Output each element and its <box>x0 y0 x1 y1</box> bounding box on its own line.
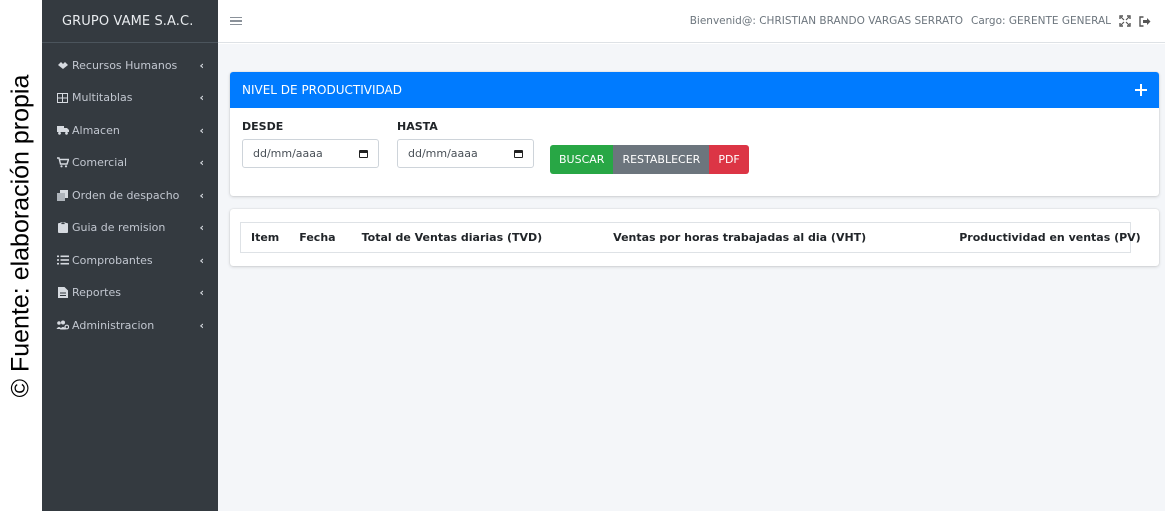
column-header-item: Item <box>251 231 280 244</box>
pdf-button[interactable]: PDF <box>709 145 749 174</box>
action-buttons: BUSCAR RESTABLECER PDF <box>550 145 749 174</box>
column-header-fecha: Fecha <box>299 231 336 244</box>
results-table: Item Fecha Total de Ventas diarias (TVD)… <box>240 222 1141 253</box>
expand-icon[interactable] <box>1119 15 1131 27</box>
cart-icon <box>56 157 69 169</box>
chevron-left-icon: ‹ <box>199 188 204 202</box>
filter-form: DESDE dd/mm/aaaa HASTA dd/mm/aaaa BUSCAR <box>230 108 1159 196</box>
desde-label: DESDE <box>242 120 284 133</box>
card-title: NIVEL DE PRODUCTIVIDAD <box>242 83 402 97</box>
sidebar-item-comercial[interactable]: Comercial ‹ <box>42 147 218 180</box>
calendar-icon[interactable] <box>514 149 523 158</box>
restablecer-button[interactable]: RESTABLECER <box>613 145 710 174</box>
sidebar-item-reportes[interactable]: Reportes ‹ <box>42 277 218 310</box>
sidebar-item-label: Comercial <box>72 156 128 170</box>
desde-date-input[interactable]: dd/mm/aaaa <box>242 139 379 168</box>
users-cog-icon <box>56 319 69 331</box>
sidebar-item-recursos-humanos[interactable]: Recursos Humanos ‹ <box>42 49 218 82</box>
main-content: NIVEL DE PRODUCTIVIDAD DESDE dd/mm/aaaa … <box>218 44 1165 511</box>
menu-toggle-icon[interactable] <box>230 16 242 26</box>
table-icon <box>56 92 69 104</box>
sidebar-item-label: Comprobantes <box>72 253 153 267</box>
chevron-left-icon: ‹ <box>199 58 204 72</box>
top-navbar: Bienvenid@: CHRISTIAN BRANDO VARGAS SERR… <box>218 0 1165 43</box>
sidebar-item-label: Orden de despacho <box>72 188 180 202</box>
chevron-left-icon: ‹ <box>199 318 204 332</box>
clipboard-icon <box>56 222 69 234</box>
sidebar-item-label: Multitablas <box>72 91 133 105</box>
sidebar-item-label: Almacen <box>72 123 120 137</box>
role-text: Cargo: GERENTE GENERAL <box>971 15 1111 27</box>
desde-date-placeholder: dd/mm/aaaa <box>253 147 323 160</box>
column-header-tvd: Total de Ventas diarias (TVD) <box>361 231 543 244</box>
results-card: Item Fecha Total de Ventas diarias (TVD)… <box>230 209 1159 266</box>
sidebar-nav: Recursos Humanos ‹ Multitablas ‹ Almacen… <box>42 43 218 342</box>
sidebar-item-multitablas[interactable]: Multitablas ‹ <box>42 82 218 115</box>
hasta-date-placeholder: dd/mm/aaaa <box>408 147 478 160</box>
source-caption: © Fuente: elaboración propia <box>6 74 35 398</box>
sidebar-item-administracion[interactable]: Administracion ‹ <box>42 309 218 342</box>
chevron-left-icon: ‹ <box>199 156 204 170</box>
list-icon <box>56 254 69 266</box>
sidebar-item-label: Administracion <box>72 318 155 332</box>
card-header: NIVEL DE PRODUCTIVIDAD <box>230 72 1159 108</box>
sign-out-icon[interactable] <box>1139 15 1151 27</box>
sidebar-item-label: Guia de remision <box>72 221 166 235</box>
sidebar-item-almacen[interactable]: Almacen ‹ <box>42 114 218 147</box>
chevron-left-icon: ‹ <box>199 221 204 235</box>
table-header-row: Item Fecha Total de Ventas diarias (TVD)… <box>241 223 1141 252</box>
plus-icon[interactable] <box>1135 84 1147 96</box>
buscar-button[interactable]: BUSCAR <box>550 145 614 174</box>
calendar-icon[interactable] <box>359 149 368 158</box>
welcome-text: Bienvenid@: CHRISTIAN BRANDO VARGAS SERR… <box>689 15 964 27</box>
chevron-left-icon: ‹ <box>199 91 204 105</box>
file-icon <box>56 287 69 299</box>
copy-icon <box>56 189 69 201</box>
hasta-group: HASTA dd/mm/aaaa <box>397 120 534 168</box>
hasta-date-input[interactable]: dd/mm/aaaa <box>397 139 534 168</box>
sidebar-item-guia-de-remision[interactable]: Guia de remision ‹ <box>42 212 218 245</box>
truck-icon <box>56 124 69 136</box>
productivity-filter-card: NIVEL DE PRODUCTIVIDAD DESDE dd/mm/aaaa … <box>230 72 1159 196</box>
sidebar: GRUPO VAME S.A.C. Recursos Humanos ‹ Mul… <box>42 0 218 511</box>
caption-strip: © Fuente: elaboración propia <box>0 0 42 511</box>
chevron-left-icon: ‹ <box>199 286 204 300</box>
column-header-pv: Productividad en ventas (PV) <box>959 231 1141 244</box>
hasta-label: HASTA <box>397 120 438 133</box>
sidebar-item-label: Recursos Humanos <box>72 58 178 72</box>
brand-title[interactable]: GRUPO VAME S.A.C. <box>42 0 218 43</box>
chevron-left-icon: ‹ <box>199 253 204 267</box>
desde-group: DESDE dd/mm/aaaa <box>242 120 379 168</box>
sidebar-item-comprobantes[interactable]: Comprobantes ‹ <box>42 244 218 277</box>
chevron-left-icon: ‹ <box>199 123 204 137</box>
user-info: Bienvenid@: CHRISTIAN BRANDO VARGAS SERR… <box>690 15 1165 27</box>
sidebar-item-orden-de-despacho[interactable]: Orden de despacho ‹ <box>42 179 218 212</box>
handshake-icon <box>56 59 69 71</box>
column-header-vht: Ventas por horas trabajadas al dia (VHT) <box>613 231 867 244</box>
sidebar-item-label: Reportes <box>72 286 121 300</box>
